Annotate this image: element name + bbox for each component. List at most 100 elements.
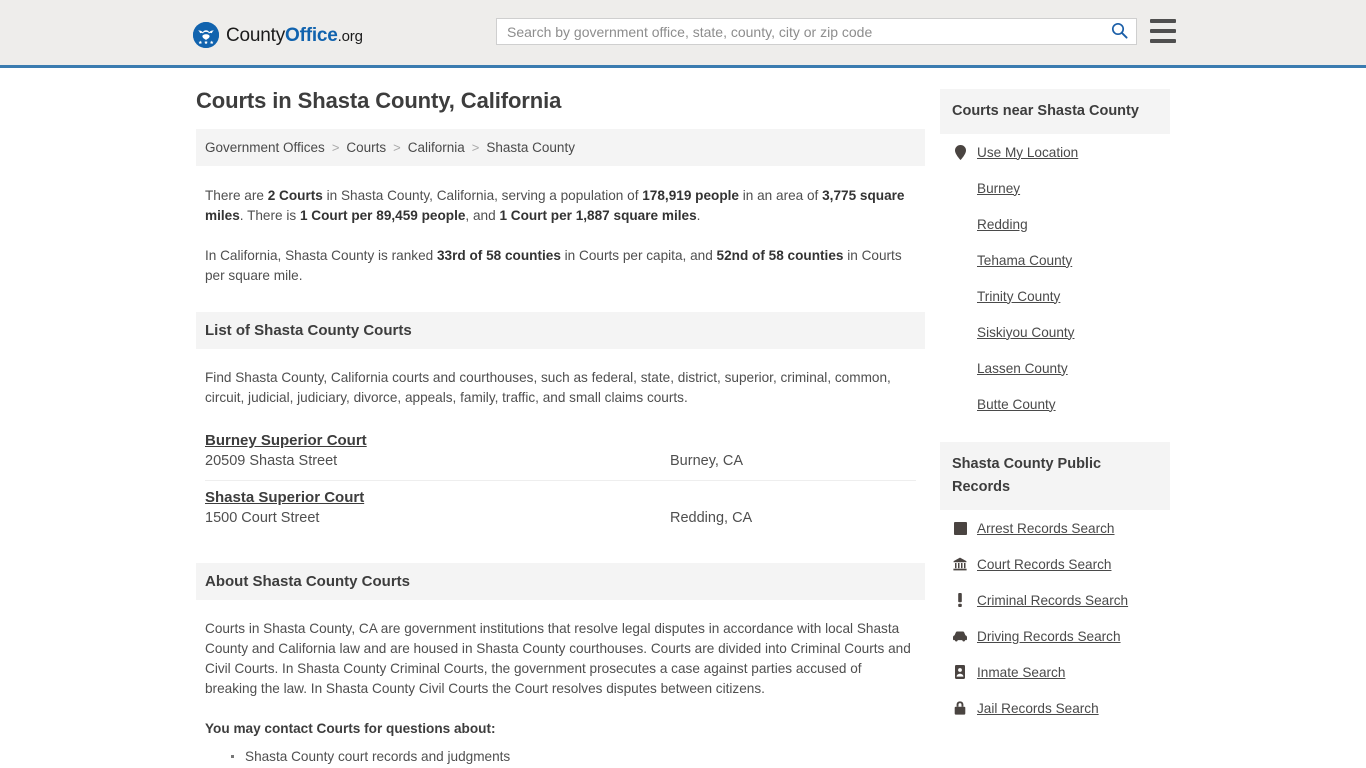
list-section-heading: List of Shasta County Courts <box>196 312 925 349</box>
list-section-body: Find Shasta County, California courts an… <box>196 368 925 408</box>
about-paragraph: Courts in Shasta County, CA are governme… <box>205 621 911 696</box>
logo-text-county: County <box>226 24 286 46</box>
nearby-courts-heading: Courts near Shasta County <box>940 89 1170 134</box>
breadcrumb-item-government-offices[interactable]: Government Offices <box>205 140 325 155</box>
public-record-link-driving-records-search[interactable]: Driving Records Search <box>977 629 1121 644</box>
search-icon <box>1111 22 1128 42</box>
menu-bar-1 <box>1150 19 1176 23</box>
public-record-row: Arrest Records Search <box>952 510 1158 546</box>
intro-p1-frag-6: . There is <box>239 208 300 223</box>
logo-text-org: .org <box>337 27 363 45</box>
court-city-state: Burney, CA <box>670 453 744 469</box>
intro-p2-frag-3: 52nd of 58 counties <box>716 248 844 263</box>
list-section-description: Find Shasta County, California courts an… <box>205 370 891 405</box>
nearby-court-row: Tehama County <box>952 242 1158 278</box>
breadcrumb: Government Offices > Courts > California > Sha… <box>196 129 925 166</box>
public-record-row: Inmate Search <box>952 654 1158 690</box>
court-name-link[interactable]: Shasta Superior Court <box>205 489 364 506</box>
breadcrumb-separator: > <box>393 140 401 155</box>
padlock-icon <box>952 701 968 715</box>
court-list-item: Shasta Superior Court 1500 Court Street Re… <box>205 481 916 537</box>
nearby-court-link-burney[interactable]: Burney <box>977 181 1020 196</box>
public-record-link-criminal-records-search[interactable]: Criminal Records Search <box>977 593 1128 608</box>
court-list-item: Burney Superior Court 20509 Shasta Street… <box>205 424 916 481</box>
logo-text-office: Office <box>285 24 338 46</box>
car-icon <box>952 631 968 642</box>
contact-lead: You may contact Courts for questions abo… <box>205 721 496 736</box>
intro-p2-frag-0: In California, Shasta County is ranked <box>205 248 437 263</box>
breadcrumb-item-california[interactable]: California <box>408 140 465 155</box>
public-record-link-jail-records-search[interactable]: Jail Records Search <box>977 701 1099 716</box>
nearby-court-link-redding[interactable]: Redding <box>977 217 1028 232</box>
court-address-line: 1500 Court Street Redding, CA <box>205 510 916 526</box>
court-address-line: 20509 Shasta Street Burney, CA <box>205 453 916 469</box>
nearby-court-link-lassen-county[interactable]: Lassen County <box>977 361 1068 376</box>
about-section-heading: About Shasta County Courts <box>196 563 925 600</box>
public-record-link-inmate-search[interactable]: Inmate Search <box>977 665 1065 680</box>
search-button[interactable] <box>1102 19 1136 44</box>
court-street-address: 20509 Shasta Street <box>205 453 338 469</box>
court-street-address: 1500 Court Street <box>205 510 320 526</box>
intro-p1-frag-3: 178,919 people <box>642 188 739 203</box>
nearby-court-link-siskiyou-county[interactable]: Siskiyou County <box>977 325 1074 340</box>
header-inner: CountyOffice.org <box>0 0 1366 65</box>
breadcrumb-separator: > <box>471 140 480 155</box>
search-input[interactable] <box>497 19 1102 44</box>
intro-paragraph-2: In California, Shasta County is ranked 3… <box>205 246 916 286</box>
nearby-court-link-trinity-county[interactable]: Trinity County <box>977 289 1060 304</box>
menu-bar-3 <box>1150 39 1176 43</box>
intro-paragraph-1: There are 2 Courts in Shasta County, Cal… <box>205 186 916 226</box>
nearby-court-link-tehama-county[interactable]: Tehama County <box>977 253 1072 268</box>
contact-topics-list: Shasta County court records and judgment… <box>205 747 916 768</box>
public-records-heading: Shasta County Public Records <box>940 442 1170 510</box>
site-logo-text: CountyOffice.org <box>226 26 363 45</box>
sidebar: Courts near Shasta County Use My Locatio… <box>940 89 1170 726</box>
public-record-row: Jail Records Search <box>952 690 1158 726</box>
nearby-court-link-use-my-location[interactable]: Use My Location <box>977 145 1078 160</box>
menu-bar-2 <box>1150 29 1176 33</box>
nearby-court-row: Burney <box>952 170 1158 206</box>
breadcrumb-item-shasta-county[interactable]: Shasta County <box>486 140 575 155</box>
nearby-court-row: Butte County <box>952 386 1158 422</box>
page-title: Courts in Shasta County, California <box>196 88 562 113</box>
breadcrumb-separator: > <box>331 140 340 155</box>
intro-p1-frag-8: , and <box>465 208 500 223</box>
breadcrumb-item-courts[interactable]: Courts <box>346 140 386 155</box>
nearby-court-link-butte-county[interactable]: Butte County <box>977 397 1056 412</box>
intro-statistics: There are 2 Courts in Shasta County, Cal… <box>196 186 925 286</box>
intro-p1-frag-7: 1 Court per 89,459 people <box>299 208 466 223</box>
intro-p1-frag-9: 1 Court per 1,887 square miles <box>499 208 697 223</box>
courthouse-bank-icon <box>952 557 968 571</box>
intro-p1-frag-2: in Shasta County, California, serving a … <box>322 188 643 203</box>
court-name-link[interactable]: Burney Superior Court <box>205 432 367 449</box>
fingerprint-square-icon <box>952 521 968 535</box>
exclamation-mark-icon <box>952 593 968 607</box>
intro-p2-frag-1: 33rd of 58 counties <box>436 248 561 263</box>
nearby-court-row: Redding <box>952 206 1158 242</box>
about-section-body: Courts in Shasta County, CA are governme… <box>196 619 925 768</box>
intro-p1-frag-4: in an area of <box>738 188 823 203</box>
main-content: Courts in Shasta County, California Gove… <box>196 68 925 768</box>
public-record-row: Criminal Records Search <box>952 582 1158 618</box>
contact-topic-item: Shasta County court records and judgment… <box>231 747 916 767</box>
search-bar <box>496 18 1137 45</box>
id-badge-icon <box>952 665 968 679</box>
eagle-shield-stars-icon <box>193 22 219 48</box>
hamburger-menu-icon[interactable] <box>1150 19 1176 43</box>
intro-p1-frag-10: . <box>696 208 701 223</box>
public-record-link-court-records-search[interactable]: Court Records Search <box>977 557 1111 572</box>
public-record-link-arrest-records-search[interactable]: Arrest Records Search <box>977 521 1115 536</box>
public-records-card: Shasta County Public Records Arrest Reco… <box>940 442 1170 726</box>
nearby-court-row: Lassen County <box>952 350 1158 386</box>
map-pin-icon <box>952 144 968 160</box>
nearby-courts-card: Courts near Shasta County Use My Locatio… <box>940 89 1170 422</box>
intro-p2-frag-2: in Courts per capita, and <box>560 248 717 263</box>
intro-p1-frag-0: There are <box>205 188 268 203</box>
nearby-court-row: Trinity County <box>952 278 1158 314</box>
public-record-row: Court Records Search <box>952 546 1158 582</box>
public-records-links: Arrest Records Search Court Records Searc… <box>940 510 1170 726</box>
public-record-row: Driving Records Search <box>952 618 1158 654</box>
nearby-court-row: Siskiyou County <box>952 314 1158 350</box>
site-logo[interactable]: CountyOffice.org <box>193 21 363 49</box>
